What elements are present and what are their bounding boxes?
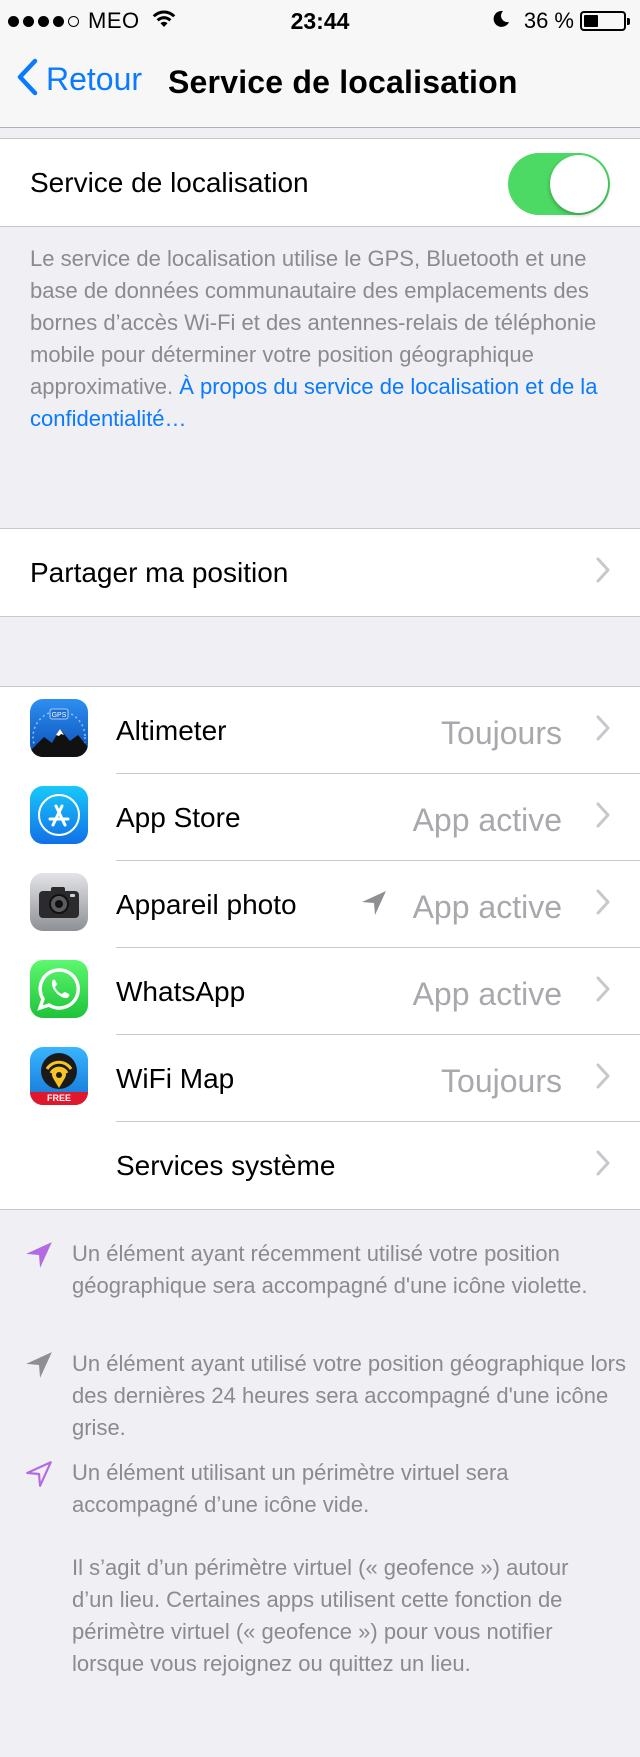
location-description: Le service de localisation utilise le GP…	[30, 243, 610, 435]
navigation-bar: Retour Service de localisation	[0, 40, 640, 128]
camera-icon	[30, 873, 88, 931]
chevron-right-icon	[596, 802, 610, 833]
location-service-label: Service de localisation	[30, 167, 309, 198]
battery-icon	[580, 11, 630, 31]
list-item-wifi-map[interactable]: FREE WiFi Map Toujours	[0, 1035, 640, 1122]
do-not-disturb-icon	[492, 8, 510, 34]
list-item-camera[interactable]: Appareil photo App active	[0, 861, 640, 948]
chevron-right-icon	[596, 1150, 610, 1181]
list-item-whatsapp[interactable]: WhatsApp App active	[0, 948, 640, 1035]
chevron-left-icon	[16, 58, 38, 101]
chevron-right-icon	[596, 976, 610, 1007]
app-store-icon	[30, 786, 88, 844]
altimeter-icon: GPS	[30, 699, 88, 757]
location-arrow-icon	[360, 889, 388, 922]
share-position-cell[interactable]: Partager ma position	[0, 529, 640, 616]
battery-level	[584, 15, 598, 27]
geofence-note: Il s’agit d’un périmètre virtuel (« geof…	[72, 1555, 569, 1676]
back-label: Retour	[46, 61, 143, 97]
outline-arrow-icon	[24, 1459, 54, 1494]
back-button[interactable]: Retour	[16, 58, 142, 101]
location-permission-value: Toujours	[441, 715, 562, 751]
app-name: Appareil photo	[116, 889, 297, 920]
app-name: WhatsApp	[116, 976, 246, 1007]
share-position-label: Partager ma position	[30, 557, 289, 588]
app-name: App Store	[116, 802, 241, 833]
location-service-cell: Service de localisation	[0, 139, 640, 226]
location-service-toggle[interactable]	[508, 153, 610, 215]
chevron-right-icon	[596, 1063, 610, 1094]
apps-list: GPS Altimeter Toujours App Store App act…	[0, 686, 640, 1210]
svg-text:GPS: GPS	[52, 712, 67, 719]
list-item-app-store[interactable]: App Store App active	[0, 774, 640, 861]
status-right: 36 %	[492, 8, 630, 34]
gray-arrow-icon	[24, 1350, 54, 1385]
location-permission-value: App active	[412, 889, 562, 925]
chevron-right-icon	[596, 557, 610, 588]
list-item-altimeter[interactable]: GPS Altimeter Toujours	[0, 687, 640, 774]
battery-percentage: 36 %	[523, 8, 574, 33]
legend-text: Un élément ayant utilisé votre position …	[72, 1351, 626, 1440]
list-item-system-services[interactable]: Services système	[0, 1122, 640, 1209]
location-permission-value: App active	[412, 976, 562, 1012]
status-bar: MEO 23:44 36 %	[0, 0, 640, 40]
system-services-label: Services système	[116, 1150, 336, 1181]
page-title: Service de localisation	[168, 64, 518, 100]
app-name: WiFi Map	[116, 1063, 235, 1094]
whatsapp-icon	[30, 960, 88, 1018]
location-toggle-group: Service de localisation	[0, 138, 640, 227]
location-permission-value: App active	[412, 802, 562, 838]
free-badge: FREE	[46, 1093, 71, 1103]
toggle-knob	[550, 155, 608, 213]
share-position-group: Partager ma position	[0, 528, 640, 617]
wifi-map-icon: FREE	[30, 1047, 88, 1105]
chevron-right-icon	[596, 715, 610, 746]
legend-text: Un élément utilisant un périmètre virtue…	[72, 1460, 509, 1517]
chevron-right-icon	[596, 889, 610, 920]
purple-arrow-icon	[24, 1240, 54, 1275]
app-name: Altimeter	[116, 715, 227, 746]
legend-text: Un élément ayant récemment utilisé votre…	[72, 1241, 588, 1298]
location-permission-value: Toujours	[441, 1063, 562, 1099]
